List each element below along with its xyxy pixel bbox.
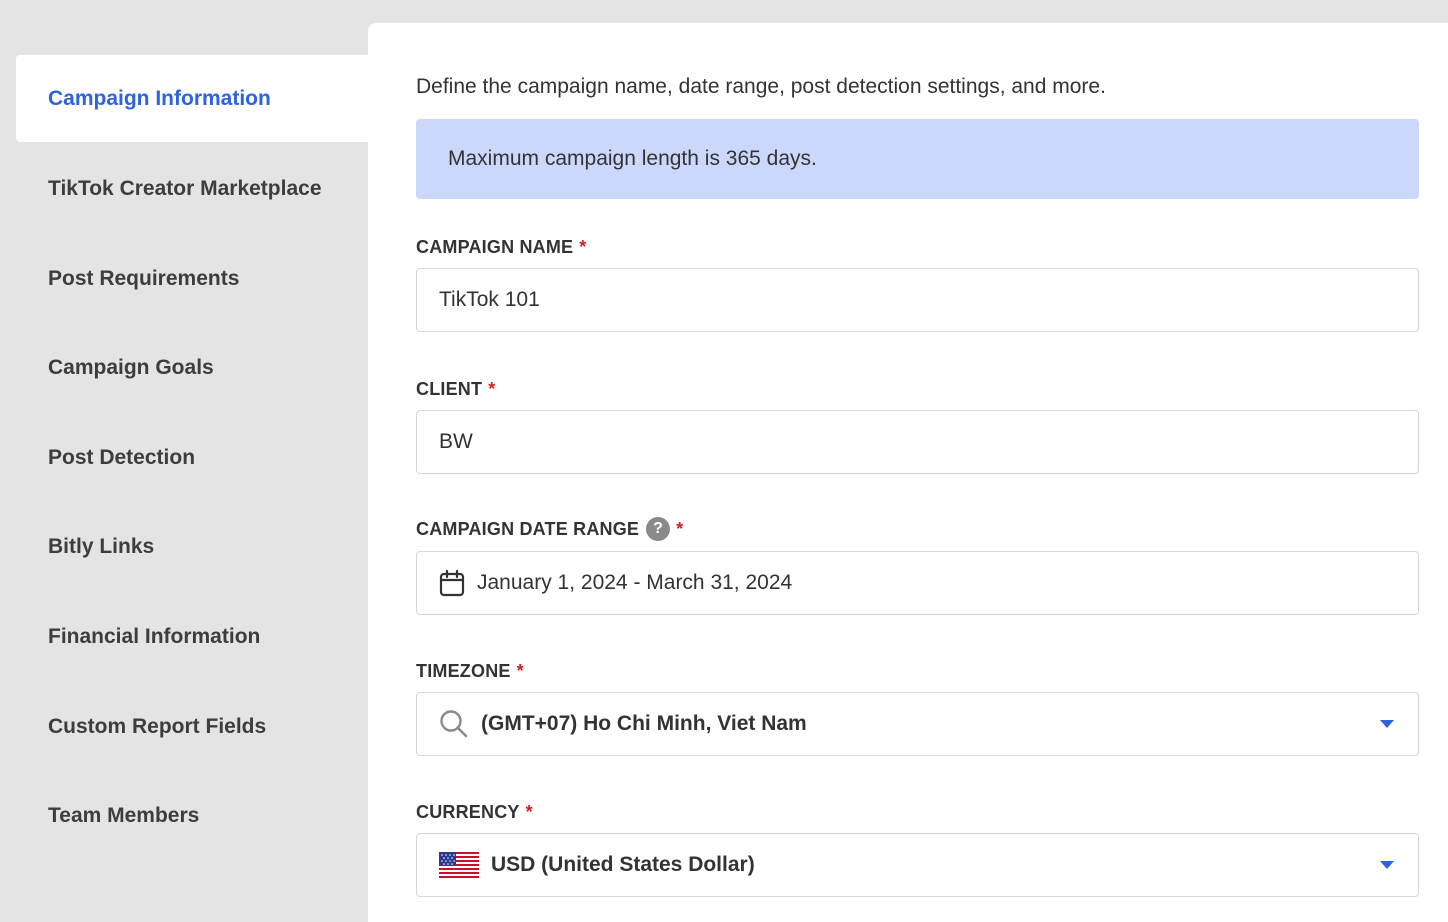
- chevron-down-icon[interactable]: [1380, 720, 1394, 728]
- sidebar-item-bitly-links[interactable]: Bitly Links: [16, 503, 368, 590]
- timezone-label-text: TIMEZONE: [416, 661, 511, 681]
- currency-select[interactable]: USD (United States Dollar): [416, 833, 1419, 897]
- required-marker: *: [579, 237, 587, 257]
- info-banner: Maximum campaign length is 365 days.: [416, 119, 1419, 199]
- sidebar-item-label: Custom Report Fields: [48, 714, 267, 738]
- required-marker: *: [676, 518, 684, 539]
- sidebar-item-team-members[interactable]: Team Members: [16, 772, 368, 859]
- timezone-label: TIMEZONE *: [416, 661, 524, 682]
- sidebar-item-post-detection[interactable]: Post Detection: [16, 414, 368, 501]
- timezone-value: (GMT+07) Ho Chi Minh, Viet Nam: [481, 712, 807, 735]
- chevron-down-icon[interactable]: [1380, 861, 1394, 869]
- search-icon: [439, 709, 469, 739]
- campaign-name-label: CAMPAIGN NAME *: [416, 237, 586, 258]
- sidebar-item-label: Post Requirements: [48, 266, 240, 290]
- currency-label-text: CURRENCY: [416, 802, 520, 822]
- campaign-name-field[interactable]: [416, 268, 1419, 332]
- sidebar-item-label: Campaign Goals: [48, 355, 214, 379]
- sidebar-item-label: Post Detection: [48, 445, 196, 469]
- info-banner-text: Maximum campaign length is 365 days.: [448, 147, 817, 170]
- required-marker: *: [516, 661, 524, 681]
- sidebar-item-post-requirements[interactable]: Post Requirements: [16, 235, 368, 322]
- timezone-select[interactable]: (GMT+07) Ho Chi Minh, Viet Nam: [416, 692, 1419, 756]
- campaign-name-input[interactable]: [439, 269, 1418, 331]
- client-input[interactable]: [439, 411, 1418, 473]
- section-description: Define the campaign name, date range, po…: [416, 75, 1106, 98]
- sidebar-item-financial-information[interactable]: Financial Information: [16, 593, 368, 680]
- required-marker: *: [525, 802, 533, 822]
- sidebar-item-label: Financial Information: [48, 624, 261, 648]
- client-label-text: CLIENT: [416, 379, 483, 399]
- campaign-date-range-label: CAMPAIGN DATE RANGE ? *: [416, 517, 683, 541]
- sidebar: Campaign Information TikTok Creator Mark…: [0, 0, 368, 922]
- calendar-icon: [439, 569, 465, 597]
- date-range-picker[interactable]: January 1, 2024 - March 31, 2024: [416, 551, 1419, 615]
- sidebar-item-campaign-information[interactable]: Campaign Information: [16, 55, 368, 142]
- currency-value: USD (United States Dollar): [491, 853, 755, 876]
- sidebar-item-custom-report-fields[interactable]: Custom Report Fields: [16, 683, 368, 770]
- campaign-name-label-text: CAMPAIGN NAME: [416, 237, 574, 257]
- sidebar-item-label: Bitly Links: [48, 534, 155, 558]
- us-flag-icon: [439, 852, 479, 878]
- client-label: CLIENT *: [416, 379, 495, 400]
- sidebar-item-campaign-goals[interactable]: Campaign Goals: [16, 324, 368, 411]
- question-mark-icon[interactable]: ?: [646, 517, 671, 541]
- sidebar-item-label: Campaign Information: [48, 86, 271, 110]
- date-range-value: January 1, 2024 - March 31, 2024: [477, 571, 793, 594]
- sidebar-item-label: TikTok Creator Marketplace: [48, 176, 322, 200]
- sidebar-item-label: Team Members: [48, 803, 200, 827]
- campaign-information-panel: Define the campaign name, date range, po…: [368, 23, 1448, 922]
- currency-label: CURRENCY *: [416, 802, 533, 823]
- required-marker: *: [488, 379, 496, 399]
- campaign-date-range-label-text: CAMPAIGN DATE RANGE: [416, 518, 640, 539]
- sidebar-item-tiktok-creator-marketplace[interactable]: TikTok Creator Marketplace: [16, 145, 368, 232]
- client-field[interactable]: [416, 410, 1419, 474]
